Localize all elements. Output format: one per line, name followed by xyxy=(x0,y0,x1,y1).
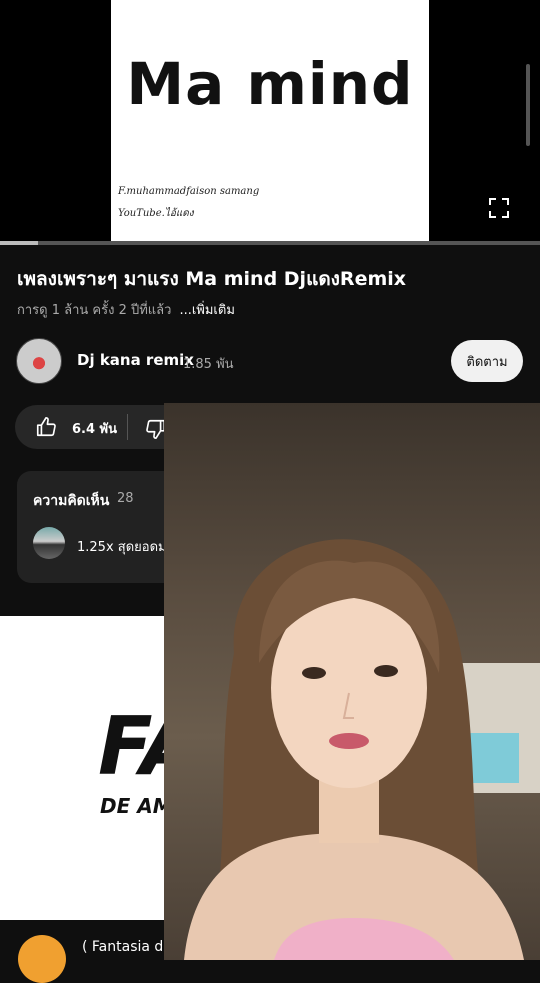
thumbs-up-icon[interactable] xyxy=(35,416,57,438)
progress-bar-fill xyxy=(0,241,38,245)
scroll-indicator xyxy=(526,64,530,146)
like-count[interactable]: 6.4 พัน xyxy=(72,418,117,439)
progress-bar[interactable] xyxy=(0,241,540,245)
thumbnail-credit: F.muhammadfaison samang xyxy=(118,186,260,197)
video-title: เพลงเพราะๆ มาแรง Ma mind DjแดงRemix xyxy=(17,268,407,290)
channel-avatar[interactable] xyxy=(16,338,62,384)
video-meta[interactable]: การดู 1 ล้าน ครั้ง 2 ปีที่แล้ว ...เพิ่มเต… xyxy=(17,299,235,320)
next-video-title[interactable]: ( Fantasia d xyxy=(82,939,163,955)
view-count-and-age: การดู 1 ล้าน ครั้ง 2 ปีที่แล้ว xyxy=(17,303,172,318)
person-image xyxy=(184,539,540,960)
camera-overlay xyxy=(164,403,540,960)
subscriber-count: 1.85 พัน xyxy=(183,357,234,372)
next-thumbnail-subtext: DE AM xyxy=(100,794,173,818)
comments-count: 28 xyxy=(117,491,134,506)
thumbnail-title: Ma mind xyxy=(126,50,414,118)
top-comment-text: 1.25x สุดยอดม xyxy=(77,540,167,555)
comments-label: ความคิดเห็น xyxy=(33,493,110,509)
action-divider xyxy=(127,414,128,440)
commenter-avatar xyxy=(33,527,65,559)
next-channel-avatar[interactable] xyxy=(18,935,66,983)
subscribe-button[interactable]: ติดตาม xyxy=(451,340,523,382)
thumbnail-credit: YouTube.ไอ้แดง xyxy=(118,208,194,219)
channel-name[interactable]: Dj kana remix xyxy=(77,351,194,369)
video-thumbnail[interactable]: Ma mind F.muhammadfaison samang YouTube.… xyxy=(111,0,429,242)
more-link[interactable]: ...เพิ่มเติม xyxy=(179,303,234,318)
fullscreen-icon[interactable] xyxy=(488,197,510,219)
